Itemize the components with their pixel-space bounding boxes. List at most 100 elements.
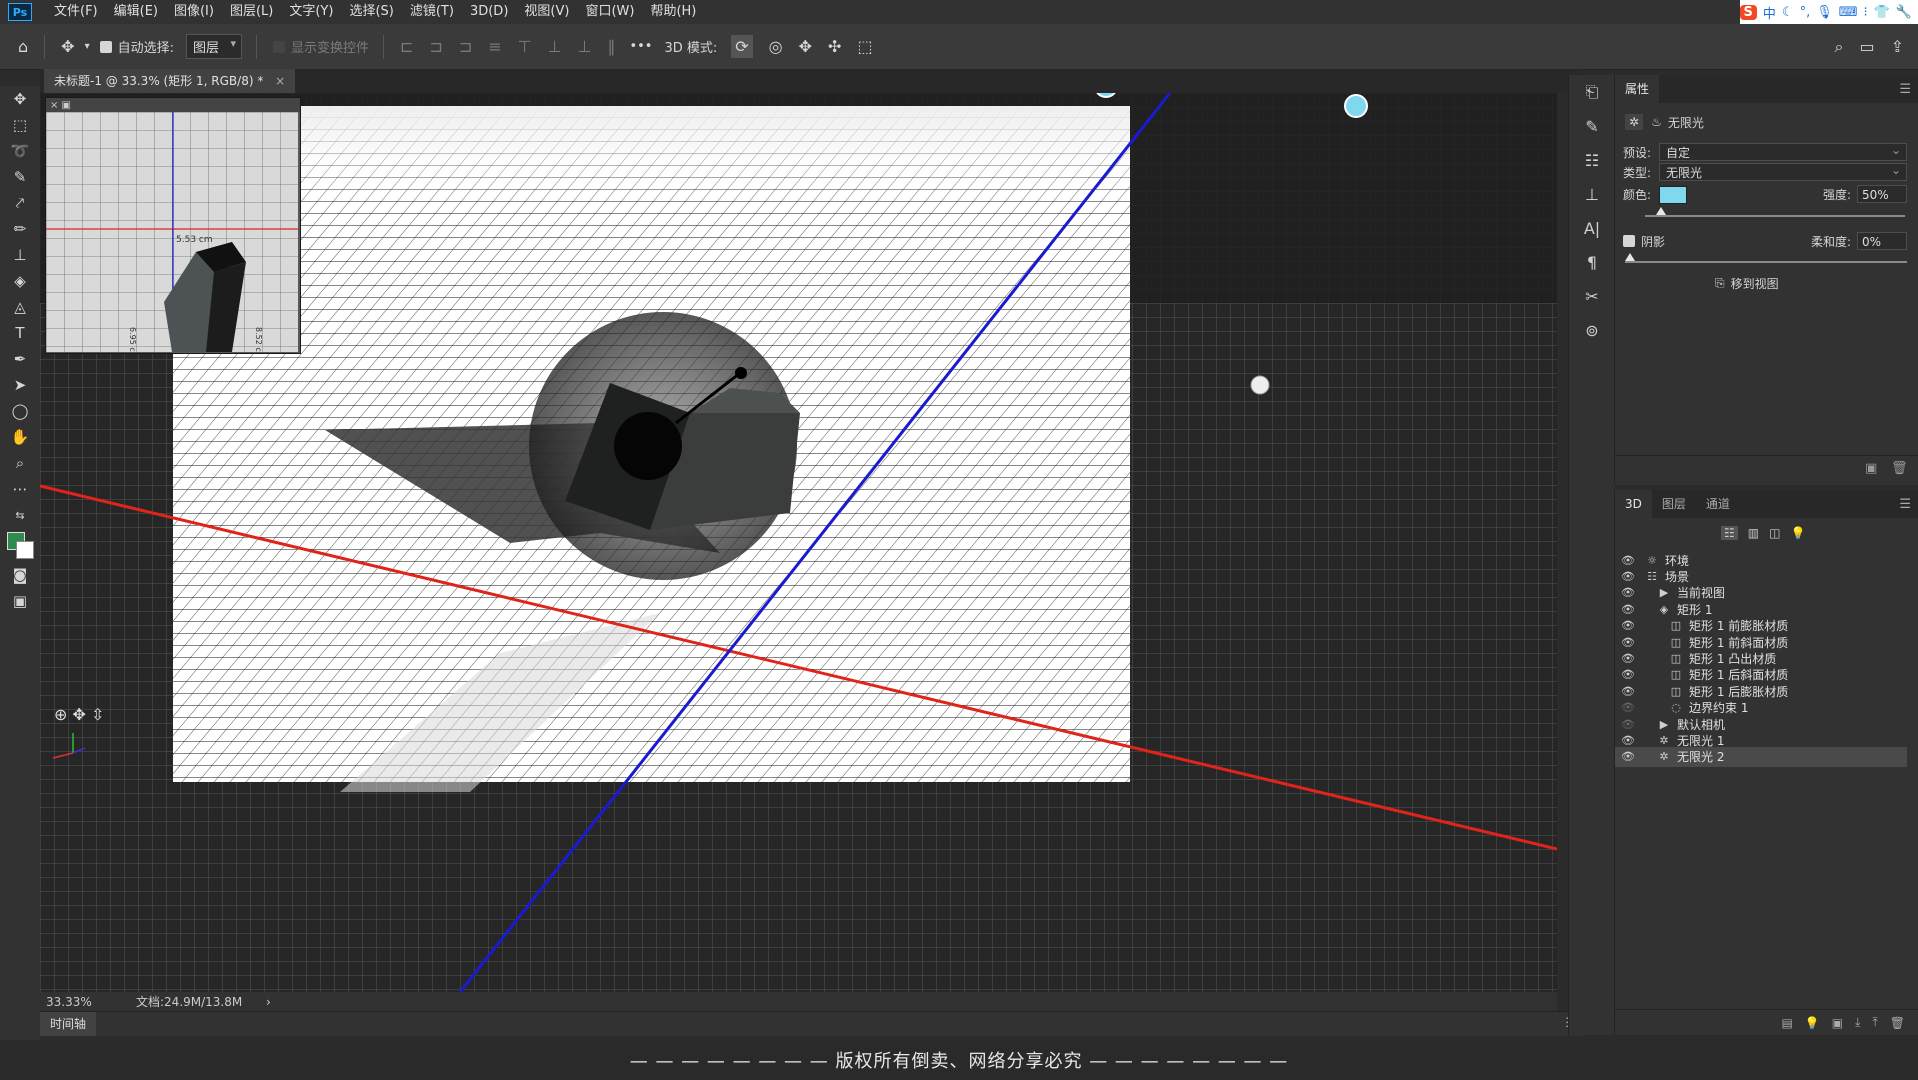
lasso-tool-icon[interactable]: ➰ — [0, 138, 40, 164]
visibility-eye-icon[interactable]: 👁 — [1619, 718, 1637, 731]
slide-3d-icon[interactable]: ✣ — [828, 37, 841, 56]
softness-input[interactable]: 0% — [1857, 232, 1907, 250]
dots-icon[interactable]: ⁝ — [1863, 5, 1867, 20]
visibility-eye-icon[interactable]: 👁 — [1619, 668, 1637, 681]
menu-help[interactable]: 帮助(H) — [642, 0, 704, 24]
workspace-icon[interactable]: ▭ — [1859, 37, 1874, 56]
background-color-swatch[interactable] — [16, 541, 34, 559]
color-swatches-icon[interactable] — [0, 528, 40, 562]
whole-scene-icon[interactable]: ☷ — [1721, 526, 1738, 540]
render-icon[interactable]: ▣ — [1865, 461, 1877, 476]
secondary-view-panel[interactable]: × ▣ 5.53 cm 6.95 cm 8.52 cm — [45, 97, 301, 360]
wrench-icon[interactable]: 🔧 — [1896, 5, 1912, 20]
tab-3d[interactable]: 3D — [1615, 490, 1652, 518]
distribute-vertical-icon[interactable]: ≡ — [488, 37, 501, 56]
light-sun-icon[interactable]: ✲ — [1625, 114, 1644, 130]
visibility-eye-icon[interactable]: 👁 — [1619, 701, 1637, 714]
menu-window[interactable]: 窗口(W) — [577, 0, 642, 24]
eraser-tool-icon[interactable]: ◈ — [0, 268, 40, 294]
orbit-widget-icon[interactable]: ⊕ ✥ ⇳ — [54, 705, 104, 724]
history-icon[interactable]: ⎗ — [1569, 75, 1615, 109]
ime-logo-icon[interactable]: S — [1739, 4, 1757, 20]
light-gizmo-2-icon[interactable] — [1250, 375, 1270, 395]
drag-3d-icon[interactable]: ✥ — [799, 37, 812, 56]
visibility-eye-icon[interactable]: 👁 — [1619, 586, 1637, 599]
quick-mask-icon[interactable]: ◙ — [0, 562, 40, 588]
character-icon[interactable]: A| — [1569, 211, 1615, 245]
ime-lang[interactable]: 中 — [1763, 3, 1776, 22]
path-select-tool-icon[interactable]: ➤ — [0, 372, 40, 398]
menu-filter[interactable]: 滤镜(T) — [402, 0, 462, 24]
panel-menu-icon[interactable]: ☰ — [1899, 497, 1911, 512]
filter-icon[interactable]: ▤ — [1782, 1016, 1793, 1030]
menu-3d[interactable]: 3D(D) — [462, 0, 516, 24]
3d-material-icon[interactable]: ⊚ — [1569, 313, 1615, 347]
tools-preset-icon[interactable]: ✂ — [1569, 279, 1615, 313]
add-light-icon[interactable]: 💡 — [1805, 1016, 1820, 1030]
clone-source-icon[interactable]: ⊥ — [1569, 177, 1615, 211]
visibility-eye-icon[interactable]: 👁 — [1619, 636, 1637, 649]
lights-filter-icon[interactable]: 💡 — [1790, 526, 1805, 540]
move-tool-icon[interactable]: ✥ — [0, 86, 40, 112]
brush-tool-icon[interactable]: ✏ — [0, 216, 40, 242]
document-tab[interactable]: 未标题-1 @ 33.3% (矩形 1, RGB/8) * × — [44, 69, 296, 93]
panel-menu-icon[interactable]: ☰ — [1899, 82, 1911, 97]
ellipse-tool-icon[interactable]: ◯ — [0, 398, 40, 424]
move-to-view-button[interactable]: ⎘ 移到视图 — [1715, 275, 1779, 292]
trash-icon[interactable]: 🗑 — [1890, 1016, 1905, 1030]
align-right-icon[interactable]: ⊐ — [459, 37, 472, 56]
screen-mode-icon[interactable]: ▣ — [0, 588, 40, 614]
paragraph-icon[interactable]: ¶ — [1569, 245, 1615, 279]
eyedropper-tool-icon[interactable]: ⤤ — [0, 190, 40, 216]
tab-timeline[interactable]: 时间轴 — [40, 1012, 97, 1036]
menu-edit[interactable]: 编辑(E) — [106, 0, 166, 24]
close-icon[interactable]: × ▣ — [50, 100, 71, 111]
keyboard-icon[interactable]: ⌨ — [1839, 5, 1858, 20]
scale-3d-icon[interactable]: ⬚ — [857, 37, 872, 56]
punctuation-icon[interactable]: °, — [1800, 5, 1811, 20]
move-tool-icon[interactable]: ✥ — [61, 37, 74, 56]
more-options-button[interactable]: ••• — [629, 39, 652, 54]
search-icon[interactable]: ⌕ — [1835, 37, 1844, 57]
close-icon[interactable]: × — [275, 74, 285, 88]
roll-3d-icon[interactable]: ◎ — [769, 37, 783, 56]
materials-filter-icon[interactable]: ◫ — [1769, 526, 1780, 540]
visibility-eye-icon[interactable]: 👁 — [1619, 685, 1637, 698]
zoom-level[interactable]: 33.33% — [46, 995, 126, 1009]
intensity-input[interactable]: 50% — [1857, 185, 1907, 203]
share-icon[interactable]: ⇪ — [1891, 37, 1904, 56]
tree-row[interactable]: 👁 ✲ 无限光 2 — [1615, 746, 1907, 767]
light-handle-knob[interactable] — [735, 367, 747, 379]
moon-icon[interactable]: ☾ — [1782, 5, 1794, 20]
hand-tool-icon[interactable]: ✋ — [0, 424, 40, 450]
trash-icon[interactable]: 🗑 — [1891, 461, 1908, 476]
new-mesh-icon[interactable]: ⤓ — [1855, 1015, 1860, 1030]
menu-view[interactable]: 视图(V) — [516, 0, 577, 24]
auto-select-checkbox[interactable] — [99, 40, 112, 53]
marquee-tool-icon[interactable]: ⬚ — [0, 112, 40, 138]
align-top-icon[interactable]: ⊤ — [518, 37, 532, 56]
align-vcenter-icon[interactable]: ⊥ — [548, 37, 562, 56]
visibility-eye-icon[interactable]: 👁 — [1619, 750, 1637, 763]
show-transform-checkbox[interactable] — [273, 40, 285, 53]
visibility-eye-icon[interactable]: 👁 — [1619, 734, 1637, 747]
menu-select[interactable]: 选择(S) — [341, 0, 401, 24]
tab-channels[interactable]: 通道 — [1696, 490, 1740, 518]
paint-bucket-tool-icon[interactable]: ◬ — [0, 294, 40, 320]
new-item-icon[interactable]: ⤒ — [1872, 1015, 1877, 1030]
tab-properties[interactable]: 属性 — [1615, 75, 1660, 103]
align-left-icon[interactable]: ⊏ — [400, 37, 413, 56]
visibility-eye-icon[interactable]: 👁 — [1619, 652, 1637, 665]
orbit-3d-icon[interactable]: ⟳ — [731, 35, 753, 58]
swap-colors-icon[interactable]: ⇆ — [0, 502, 40, 528]
microphone-icon[interactable]: 🎙 — [1816, 5, 1833, 20]
menu-layer[interactable]: 图层(L) — [222, 0, 281, 24]
tab-layers[interactable]: 图层 — [1652, 490, 1696, 518]
shadow-checkbox[interactable] — [1623, 235, 1635, 247]
home-icon[interactable]: ⌂ — [18, 37, 28, 56]
render-icon[interactable]: ▣ — [1832, 1016, 1843, 1030]
align-hcenter-icon[interactable]: ⊐ — [429, 37, 442, 56]
pen-tool-icon[interactable]: ✒ — [0, 346, 40, 372]
preset-dropdown[interactable]: 自定 — [1659, 141, 1907, 161]
menu-type[interactable]: 文字(Y) — [281, 0, 341, 24]
